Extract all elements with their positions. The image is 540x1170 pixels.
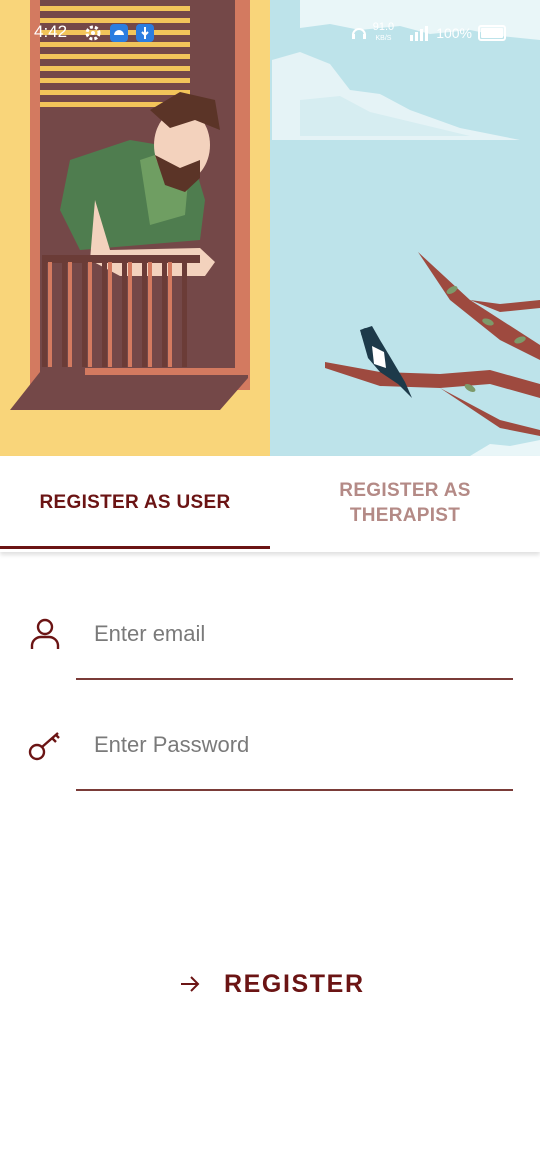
status-time: 4:42 xyxy=(34,22,68,41)
status-right-group: 91.0 KB/S 100% xyxy=(351,22,506,44)
status-bar: 4:42 91.0 KB/S 100% xyxy=(0,0,540,66)
email-input[interactable] xyxy=(94,614,504,654)
battery-percent: 100% xyxy=(436,25,472,41)
hero-illustration xyxy=(0,0,540,456)
tab-selected-indicator xyxy=(0,546,270,549)
headset-icon xyxy=(351,28,366,39)
email-underline xyxy=(76,678,513,680)
tab-register-as-therapist[interactable]: REGISTER AS THERAPIST xyxy=(270,456,540,550)
usb-icon xyxy=(136,24,154,42)
key-icon xyxy=(28,732,60,761)
email-field-row xyxy=(0,600,540,710)
password-input[interactable] xyxy=(94,725,504,765)
network-speed-unit: KB/S xyxy=(375,35,392,42)
network-speed-value: 91.0 xyxy=(372,21,395,33)
password-field-row xyxy=(0,711,540,821)
tab-register-as-user[interactable]: REGISTER AS USER xyxy=(0,456,270,550)
tab-register-as-therapist-label: REGISTER AS THERAPIST xyxy=(339,480,471,526)
password-underline xyxy=(76,789,513,791)
signal-icon xyxy=(410,26,429,41)
register-button-label: REGISTER xyxy=(224,969,365,998)
register-tabs: REGISTER AS USER REGISTER AS THERAPIST xyxy=(0,456,540,552)
settings-icon xyxy=(85,25,101,41)
network-speed: 91.0 KB/S xyxy=(373,22,394,44)
tab-register-as-user-label: REGISTER AS USER xyxy=(39,492,231,513)
arrow-right-icon xyxy=(181,976,200,992)
register-button[interactable]: REGISTER xyxy=(170,956,370,1012)
android-icon xyxy=(110,24,128,42)
person-icon xyxy=(30,618,60,649)
hero-illustration-art xyxy=(0,0,540,456)
battery-icon xyxy=(478,25,506,41)
